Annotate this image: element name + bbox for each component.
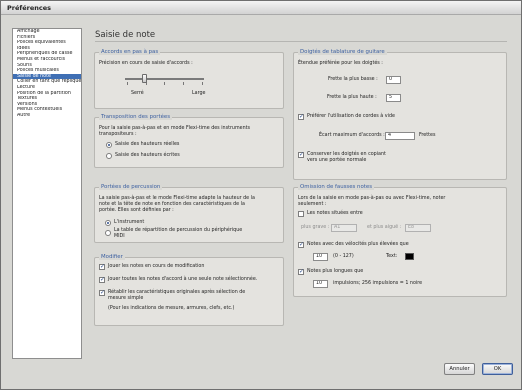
precision-slider-track[interactable] (125, 78, 204, 80)
chord-spacing-label: Écart maximum d'accords : (319, 133, 385, 138)
real-pitch-label: Saisie des hauteurs réelles (115, 142, 180, 147)
page-title: Saisie de note (95, 30, 156, 40)
reset-properties-note: (Pour les indications de mesure, armures… (108, 306, 235, 311)
velocity-range: (0 - 127) (333, 254, 354, 259)
chord-spacing-input[interactable]: 4 (385, 132, 415, 140)
lowest-note-select[interactable]: A1 (331, 224, 357, 232)
velocity-checkbox[interactable] (298, 241, 304, 248)
velocity-label: Notes avec des vélocités plus élevées qu… (307, 242, 409, 247)
lowest-fret-input[interactable]: 0 (386, 76, 401, 84)
precision-label: Précision en cours de saisie d'accords : (99, 61, 193, 66)
slider-max-label: Large (192, 91, 206, 96)
notes-between-checkbox[interactable] (298, 211, 304, 217)
velocity-input[interactable]: 10 (313, 253, 328, 261)
keep-fingering-checkbox[interactable] (298, 151, 304, 158)
cancel-button[interactable]: Annuler (444, 363, 475, 375)
edit-title: Modifier (99, 254, 125, 260)
chord-spacing-unit: Frettes (419, 133, 436, 138)
prefer-open-strings-label: Préférer l'utilisation de cordes à vide (307, 114, 395, 119)
longer-notes-label: Notes plus longues que (307, 269, 364, 274)
notes-between-label: Les notes situées entre (307, 211, 363, 216)
lowest-note-label: plus grave : (301, 225, 330, 230)
transpose-title: Transposition des portées (99, 114, 173, 120)
lowest-fret-label: Frette la plus basse : (328, 77, 378, 82)
keep-fingering-label-2: vers une portée normale (307, 158, 367, 163)
window-title: Préférences (7, 4, 51, 12)
instrument-label: L'instrument (114, 220, 145, 225)
ok-button[interactable]: OK (482, 363, 513, 375)
transpose-desc-2: transpositeurs : (99, 132, 137, 137)
title-divider (95, 41, 507, 42)
wrong-notes-desc-2: seulement : (298, 202, 327, 207)
wrong-notes-title: Omission de fausses notes (298, 184, 375, 190)
sidebar-item[interactable]: Autre (13, 113, 81, 119)
step-entry-title: Accords en pas à pas (99, 49, 161, 55)
longer-notes-unit: impulsions; 256 impulsions = 1 noire (333, 281, 423, 286)
play-all-chord-checkbox[interactable] (99, 276, 105, 283)
preferences-window: Préférences Affichage Fichiers Polices équ… (0, 0, 522, 390)
written-pitch-radio[interactable] (106, 153, 112, 159)
written-pitch-label: Saisie des hauteurs écrites (115, 153, 180, 158)
play-all-chord-label: Jouer toutes les notes d'accord à une se… (108, 277, 258, 282)
instrument-radio[interactable] (105, 220, 111, 226)
longer-notes-input[interactable]: 10 (313, 280, 328, 288)
precision-slider-thumb[interactable] (141, 74, 147, 83)
tab-fingering-title: Doigtés de tablature de guitare (298, 49, 387, 55)
category-list[interactable]: Affichage Fichiers Polices équivalentes Idé… (12, 28, 82, 359)
slider-min-label: Serré (131, 91, 144, 96)
fingering-range-label: Étendue préférée pour les doigtés : (298, 61, 383, 66)
midi-table-label-1: La table de répartition de percussion du… (114, 228, 243, 233)
percussion-desc-3: portée. Elles sont définies par : (99, 208, 174, 213)
slider-tick (183, 82, 184, 85)
midi-table-radio[interactable] (105, 230, 111, 236)
highest-note-label: et plus aiguë : (367, 225, 402, 230)
slider-tick (164, 82, 165, 85)
highest-note-select[interactable]: E8 (405, 224, 431, 232)
slider-tick (127, 82, 128, 85)
prefer-open-strings-checkbox[interactable] (298, 113, 304, 120)
slider-tick (202, 82, 203, 85)
percussion-title: Portées de percussion (99, 184, 163, 190)
play-notes-label: Jouer les notes en cours de modification (108, 264, 205, 269)
title-bar: Préférences (1, 1, 521, 15)
play-notes-checkbox[interactable] (99, 263, 105, 270)
midi-table-label-2: MIDI (114, 234, 125, 239)
highest-fret-label: Frette la plus haute : (327, 95, 377, 100)
reset-properties-checkbox[interactable] (99, 289, 105, 296)
reset-properties-label-2: mesure simple (108, 296, 144, 301)
highest-fret-input[interactable]: 5 (386, 94, 401, 102)
text-color-swatch[interactable] (405, 253, 414, 260)
real-pitch-radio[interactable] (106, 142, 112, 148)
text-color-label: Text: (386, 254, 398, 259)
longer-notes-checkbox[interactable] (298, 268, 304, 275)
